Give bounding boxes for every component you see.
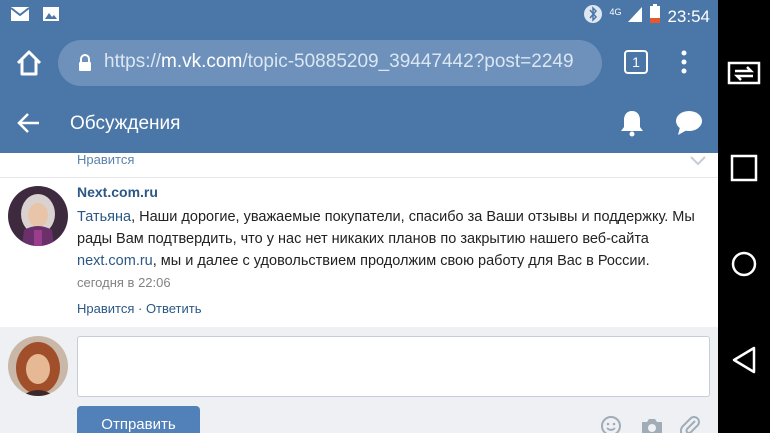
home-circle-icon[interactable]	[726, 246, 762, 282]
mail-icon	[10, 6, 30, 27]
network-type-label: 4G	[609, 7, 622, 17]
avatar[interactable]	[8, 186, 68, 246]
post-actions: Нравится · Ответить	[77, 301, 202, 316]
recent-apps-icon[interactable]	[726, 150, 762, 186]
android-navigation-bar	[718, 0, 770, 433]
app-header: Обсуждения	[0, 94, 718, 153]
send-button[interactable]: Отправить	[77, 406, 200, 433]
post-text-part1: , Наши дорогие, уважаемые покупатели, сп…	[77, 209, 695, 247]
phone-screen: 4G 23:54 https://m.vk.com/topic-50885209…	[0, 0, 718, 433]
image-icon	[42, 6, 60, 27]
emoji-icon[interactable]	[600, 415, 622, 433]
status-bar: 4G 23:54	[0, 0, 718, 31]
post-author-link[interactable]: Next.com.ru	[77, 184, 158, 200]
bluetooth-icon	[583, 4, 603, 29]
camera-icon[interactable]	[640, 415, 664, 433]
post-text: Татьяна, Наши дорогие, уважаемые покупат…	[77, 206, 709, 272]
post-timestamp: сегодня в 22:06	[77, 275, 171, 290]
comment-compose-area: Отправить	[0, 327, 718, 433]
mention-link[interactable]: Татьяна	[77, 209, 131, 225]
home-icon[interactable]	[14, 48, 44, 78]
page-title: Обсуждения	[70, 113, 181, 134]
my-avatar	[8, 336, 68, 396]
like-link[interactable]: Нравится	[77, 152, 134, 167]
attach-icon[interactable]	[679, 415, 700, 433]
clock: 23:54	[667, 6, 710, 26]
divider	[0, 177, 718, 178]
signal-icon	[627, 5, 643, 28]
website-link[interactable]: next.com.ru	[77, 253, 153, 269]
tab-switcher-button[interactable]: 1	[624, 50, 648, 74]
url-path: /topic-50885209_39447442?post=2249	[242, 51, 574, 72]
chevron-down-icon[interactable]	[690, 153, 706, 171]
url-host: m.vk.com	[161, 51, 243, 72]
url-scheme: https://	[104, 51, 162, 72]
bell-icon[interactable]	[619, 109, 645, 137]
lock-icon	[78, 54, 92, 77]
back-triangle-icon[interactable]	[726, 342, 762, 378]
chat-bubble-icon[interactable]	[675, 110, 703, 136]
comment-input[interactable]	[77, 336, 710, 397]
action-separator: ·	[134, 301, 146, 316]
battery-icon	[649, 4, 661, 29]
url-text[interactable]: https://m.vk.com/topic-50885209_39447442…	[104, 51, 574, 73]
switch-app-icon[interactable]	[726, 55, 762, 91]
browser-toolbar: https://m.vk.com/topic-50885209_39447442…	[0, 31, 718, 94]
overflow-menu-icon[interactable]	[677, 48, 691, 76]
discussion-content: Нравится Next.com.ru Татьяна, Наши дорог…	[0, 152, 718, 327]
back-arrow-icon[interactable]	[16, 111, 42, 135]
post-text-part2: , мы и далее с удовольствием продолжим с…	[152, 253, 650, 269]
address-bar[interactable]: https://m.vk.com/topic-50885209_39447442…	[58, 40, 602, 86]
like-link[interactable]: Нравится	[77, 301, 134, 316]
reply-link[interactable]: Ответить	[146, 301, 202, 316]
